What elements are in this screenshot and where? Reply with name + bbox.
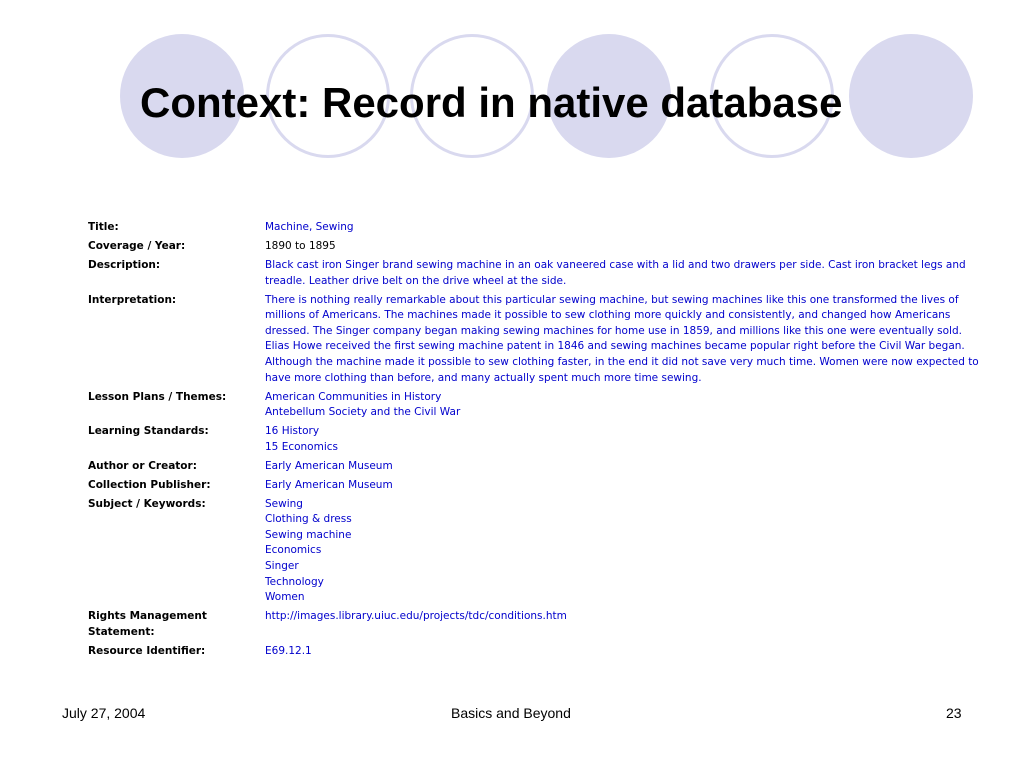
record-row-title: Title: Machine, Sewing (88, 220, 988, 236)
decor-circle-6 (849, 34, 973, 158)
subject-link[interactable]: Sewing machine (265, 528, 983, 544)
field-value-list: Sewing Clothing & dress Sewing machine E… (265, 497, 983, 606)
record-row-identifier: Resource Identifier: E69.12.1 (88, 644, 988, 660)
subject-link[interactable]: Women (265, 590, 983, 606)
learning-standard-link[interactable]: 16 History (265, 424, 983, 440)
rights-url-link[interactable]: http://images.library.uiuc.edu/projects/… (265, 609, 983, 640)
field-value: 1890 to 1895 (265, 239, 336, 252)
field-label: Description: (88, 258, 161, 271)
subject-link[interactable]: Singer (265, 559, 983, 575)
field-label: Title: (88, 221, 119, 233)
publisher-link[interactable]: Early American Museum (265, 478, 983, 494)
field-value-container: Black cast iron Singer brand sewing mach… (265, 258, 983, 289)
record-row-lesson-plans: Lesson Plans / Themes: American Communit… (88, 390, 988, 421)
field-label: Coverage / Year: (88, 239, 186, 252)
interpretation-text: There is nothing really remarkable about… (265, 293, 979, 384)
record-row-coverage: Coverage / Year: 1890 to 1895 (88, 239, 988, 255)
footer-center: Basics and Beyond (451, 705, 571, 721)
field-label: Collection Publisher: (88, 478, 211, 491)
field-label: Learning Standards: (88, 425, 209, 438)
author-link[interactable]: Early American Museum (265, 459, 983, 475)
field-label: Rights Management Statement: (88, 609, 265, 640)
record-row-publisher: Collection Publisher: Early American Mus… (88, 478, 988, 494)
record-table: Title: Machine, Sewing Coverage / Year: … (88, 220, 988, 663)
footer-date: July 27, 2004 (62, 705, 146, 721)
record-row-learning-standards: Learning Standards: 16 History 15 Econom… (88, 424, 988, 455)
rights-label-line: Rights Management (88, 610, 207, 623)
rights-label-line: Statement: (88, 625, 155, 638)
record-row-subjects: Subject / Keywords: Sewing Clothing & dr… (88, 497, 988, 606)
subject-link[interactable]: Sewing (265, 497, 983, 513)
subject-link[interactable]: Economics (265, 543, 983, 559)
subject-link[interactable]: Technology (265, 575, 983, 591)
record-row-interpretation: Interpretation: There is nothing really … (88, 293, 988, 387)
identifier-link[interactable]: E69.12.1 (265, 644, 983, 660)
field-label: Interpretation: (88, 293, 177, 306)
field-value-container: There is nothing really remarkable about… (265, 293, 983, 387)
description-text: Black cast iron Singer brand sewing mach… (265, 258, 966, 287)
field-value-list: 16 History 15 Economics (265, 424, 983, 455)
field-value-list: American Communities in History Antebell… (265, 390, 983, 421)
record-row-author: Author or Creator: Early American Museum (88, 459, 988, 475)
subject-link[interactable]: Clothing & dress (265, 512, 983, 528)
field-label: Resource Identifier: (88, 645, 206, 658)
lesson-plan-link[interactable]: American Communities in History (265, 390, 983, 406)
field-value-link[interactable]: Machine, Sewing (265, 220, 983, 236)
field-label: Subject / Keywords: (88, 497, 206, 510)
record-row-description: Description: Black cast iron Singer bran… (88, 258, 988, 289)
lesson-plan-link[interactable]: Antebellum Society and the Civil War (265, 405, 983, 421)
footer-page-number: 23 (946, 705, 962, 721)
record-row-rights: Rights Management Statement: http://imag… (88, 609, 988, 640)
learning-standard-link[interactable]: 15 Economics (265, 440, 983, 456)
slide-title: Context: Record in native database (140, 79, 843, 126)
field-label: Author or Creator: (88, 459, 197, 472)
field-label: Lesson Plans / Themes: (88, 390, 227, 403)
